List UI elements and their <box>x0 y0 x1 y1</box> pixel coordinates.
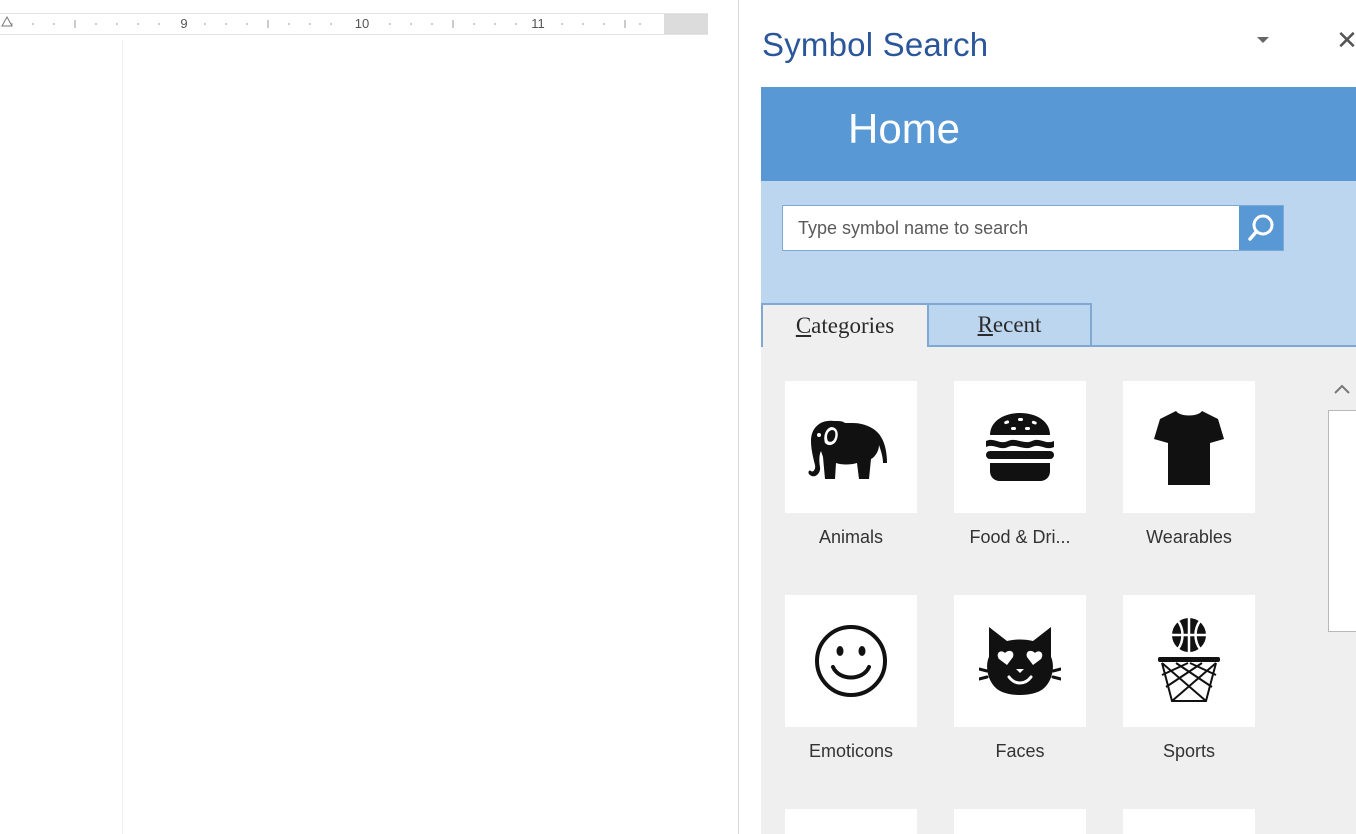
search-box <box>782 205 1284 251</box>
document-area[interactable]: 9 10 11 <box>0 0 738 834</box>
horizontal-ruler[interactable]: 9 10 11 <box>0 13 708 35</box>
scrollbar-thumb[interactable] <box>1328 410 1356 632</box>
category-tile <box>954 595 1086 727</box>
category-emoticons[interactable]: Emoticons <box>778 595 934 791</box>
right-indent-marker-icon[interactable] <box>0 14 14 27</box>
category-tile-partial[interactable] <box>1123 809 1255 834</box>
ruler-number-11: 11 <box>529 16 547 31</box>
addin-header: Home <box>761 87 1356 181</box>
category-wearables[interactable]: Wearables <box>1116 381 1272 577</box>
category-tile <box>1123 595 1255 727</box>
category-faces[interactable]: Faces <box>947 595 1103 791</box>
elephant-icon <box>808 420 887 479</box>
pane-options-button[interactable] <box>1251 28 1275 52</box>
chevron-down-icon <box>1257 37 1269 43</box>
category-label: Wearables <box>1146 527 1232 547</box>
pane-title: Symbol Search <box>762 26 989 63</box>
category-label: Emoticons <box>808 741 894 761</box>
addin-header-title: Home <box>848 105 961 152</box>
category-tile <box>1123 381 1255 513</box>
burger-icon <box>986 413 1054 481</box>
smiley-icon <box>815 625 887 697</box>
category-label: Sports <box>1162 741 1216 761</box>
cat-face-icon <box>979 627 1061 695</box>
category-food-drink[interactable]: Food & Dri... <box>947 381 1103 577</box>
basketball-hoop-icon <box>1158 618 1220 702</box>
category-tile-partial[interactable] <box>954 809 1086 834</box>
ruler-number-9: 9 <box>178 16 190 31</box>
search-input[interactable] <box>783 206 1238 250</box>
category-label: Faces <box>995 741 1045 761</box>
page-edge <box>122 40 123 834</box>
addin-container: Home Categories Recent <box>761 87 1356 834</box>
ruler-number-10: 10 <box>352 16 372 31</box>
category-tile-partial[interactable] <box>785 809 917 834</box>
tshirt-icon <box>1154 411 1224 485</box>
category-tile <box>785 381 917 513</box>
category-label: Animals <box>818 527 884 547</box>
category-grid: Animals Food & Dri... Wearables Emoticon… <box>761 347 1329 834</box>
chevron-up-icon <box>1334 384 1350 394</box>
tab-recent-label: Recent <box>977 312 1042 337</box>
search-button[interactable] <box>1239 206 1283 250</box>
scroll-up-button[interactable] <box>1330 377 1354 401</box>
pane-close-button[interactable]: ✕ <box>1335 27 1356 53</box>
category-sports[interactable]: Sports <box>1116 595 1272 791</box>
search-icon <box>1248 214 1274 241</box>
category-tile <box>785 595 917 727</box>
category-animals[interactable]: Animals <box>778 381 934 577</box>
tab-categories[interactable]: Categories <box>761 303 929 347</box>
category-label: Food & Dri... <box>969 527 1071 547</box>
tab-categories-label: Categories <box>795 313 895 338</box>
category-tile <box>954 381 1086 513</box>
tab-recent[interactable]: Recent <box>929 303 1092 347</box>
symbol-search-pane: Symbol Search ✕ Home Categories Recent <box>739 0 1356 834</box>
